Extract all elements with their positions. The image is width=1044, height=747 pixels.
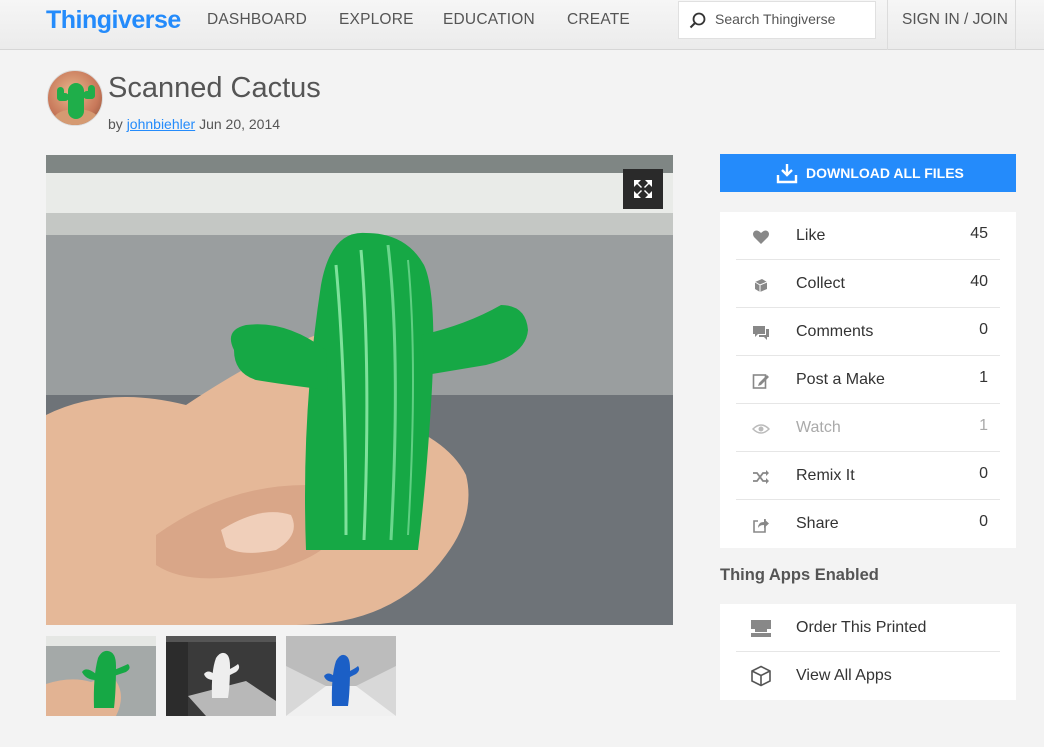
nav-dashboard[interactable]: DASHBOARD <box>207 11 307 29</box>
heart-icon <box>753 230 769 244</box>
thumbnail-2-image <box>166 636 276 716</box>
cactus-photo <box>46 155 673 625</box>
thumbnail-3[interactable] <box>286 636 396 716</box>
signin-link[interactable]: SIGN IN / JOIN <box>902 11 1008 29</box>
byline-prefix: by <box>108 116 123 132</box>
post-a-make-count: 1 <box>979 369 988 386</box>
page-title: Scanned Cactus <box>108 72 321 104</box>
comments-count: 0 <box>979 321 988 338</box>
download-icon <box>776 164 798 184</box>
share-icon <box>753 519 769 533</box>
nav-explore[interactable]: EXPLORE <box>339 11 414 29</box>
thumbnail-1-image <box>46 636 156 716</box>
avatar-cactus-image <box>54 83 98 125</box>
eye-icon <box>752 424 770 434</box>
comments-label: Comments <box>796 323 874 340</box>
main-photo[interactable] <box>46 155 673 625</box>
download-label: DOWNLOAD ALL FILES <box>806 165 964 181</box>
edit-icon <box>752 374 769 389</box>
search-box[interactable] <box>678 1 876 39</box>
watch-button[interactable]: Watch 1 <box>736 404 1000 452</box>
post-a-make-label: Post a Make <box>796 371 885 388</box>
printer-icon <box>751 620 771 637</box>
remix-button[interactable]: Remix It 0 <box>736 452 1000 500</box>
share-button[interactable]: Share 0 <box>736 500 1000 548</box>
nav-create[interactable]: CREATE <box>567 11 630 29</box>
byline: by johnbiehler Jun 20, 2014 <box>108 116 280 132</box>
order-printed-label: Order This Printed <box>796 619 927 636</box>
shuffle-icon <box>753 470 769 484</box>
share-label: Share <box>796 515 839 532</box>
share-count: 0 <box>979 513 988 530</box>
view-all-apps-label: View All Apps <box>796 667 892 684</box>
like-count: 45 <box>970 225 988 242</box>
stats-panel: Like 45 Collect 40 Comments 0 Post a Mak… <box>720 212 1016 548</box>
cube-icon <box>751 665 771 687</box>
like-button[interactable]: Like 45 <box>736 212 1000 260</box>
thingiverse-logo[interactable]: Thingiverse <box>46 6 181 35</box>
remix-label: Remix It <box>796 467 855 484</box>
author-link[interactable]: johnbiehler <box>127 116 196 132</box>
signin-container: SIGN IN / JOIN <box>887 0 1016 50</box>
apps-panel: Order This Printed View All Apps <box>720 604 1016 700</box>
collect-label: Collect <box>796 275 845 292</box>
search-icon <box>689 12 706 29</box>
comment-icon <box>753 326 769 340</box>
post-a-make-button[interactable]: Post a Make 1 <box>736 356 1000 404</box>
watch-label: Watch <box>796 419 841 436</box>
expand-button[interactable] <box>623 169 663 209</box>
collect-icon <box>754 279 768 292</box>
apps-heading: Thing Apps Enabled <box>720 566 879 584</box>
watch-count: 1 <box>979 417 988 434</box>
view-all-apps-button[interactable]: View All Apps <box>736 652 1000 700</box>
thumbnail-3-image <box>286 636 396 716</box>
comments-button[interactable]: Comments 0 <box>736 308 1000 356</box>
collect-count: 40 <box>970 273 988 290</box>
thumbnail-2[interactable] <box>166 636 276 716</box>
like-label: Like <box>796 227 826 244</box>
expand-icon <box>634 180 652 198</box>
search-input[interactable] <box>715 11 870 27</box>
remix-count: 0 <box>979 465 988 482</box>
thumbnail-1[interactable] <box>46 636 156 716</box>
publish-date: Jun 20, 2014 <box>199 116 281 132</box>
download-all-button[interactable]: DOWNLOAD ALL FILES <box>720 154 1016 192</box>
collect-button[interactable]: Collect 40 <box>736 260 1000 308</box>
nav-education[interactable]: EDUCATION <box>443 11 535 29</box>
top-nav: Thingiverse DASHBOARD EXPLORE EDUCATION … <box>0 0 1044 50</box>
order-printed-button[interactable]: Order This Printed <box>736 604 1000 652</box>
avatar[interactable] <box>47 70 103 126</box>
